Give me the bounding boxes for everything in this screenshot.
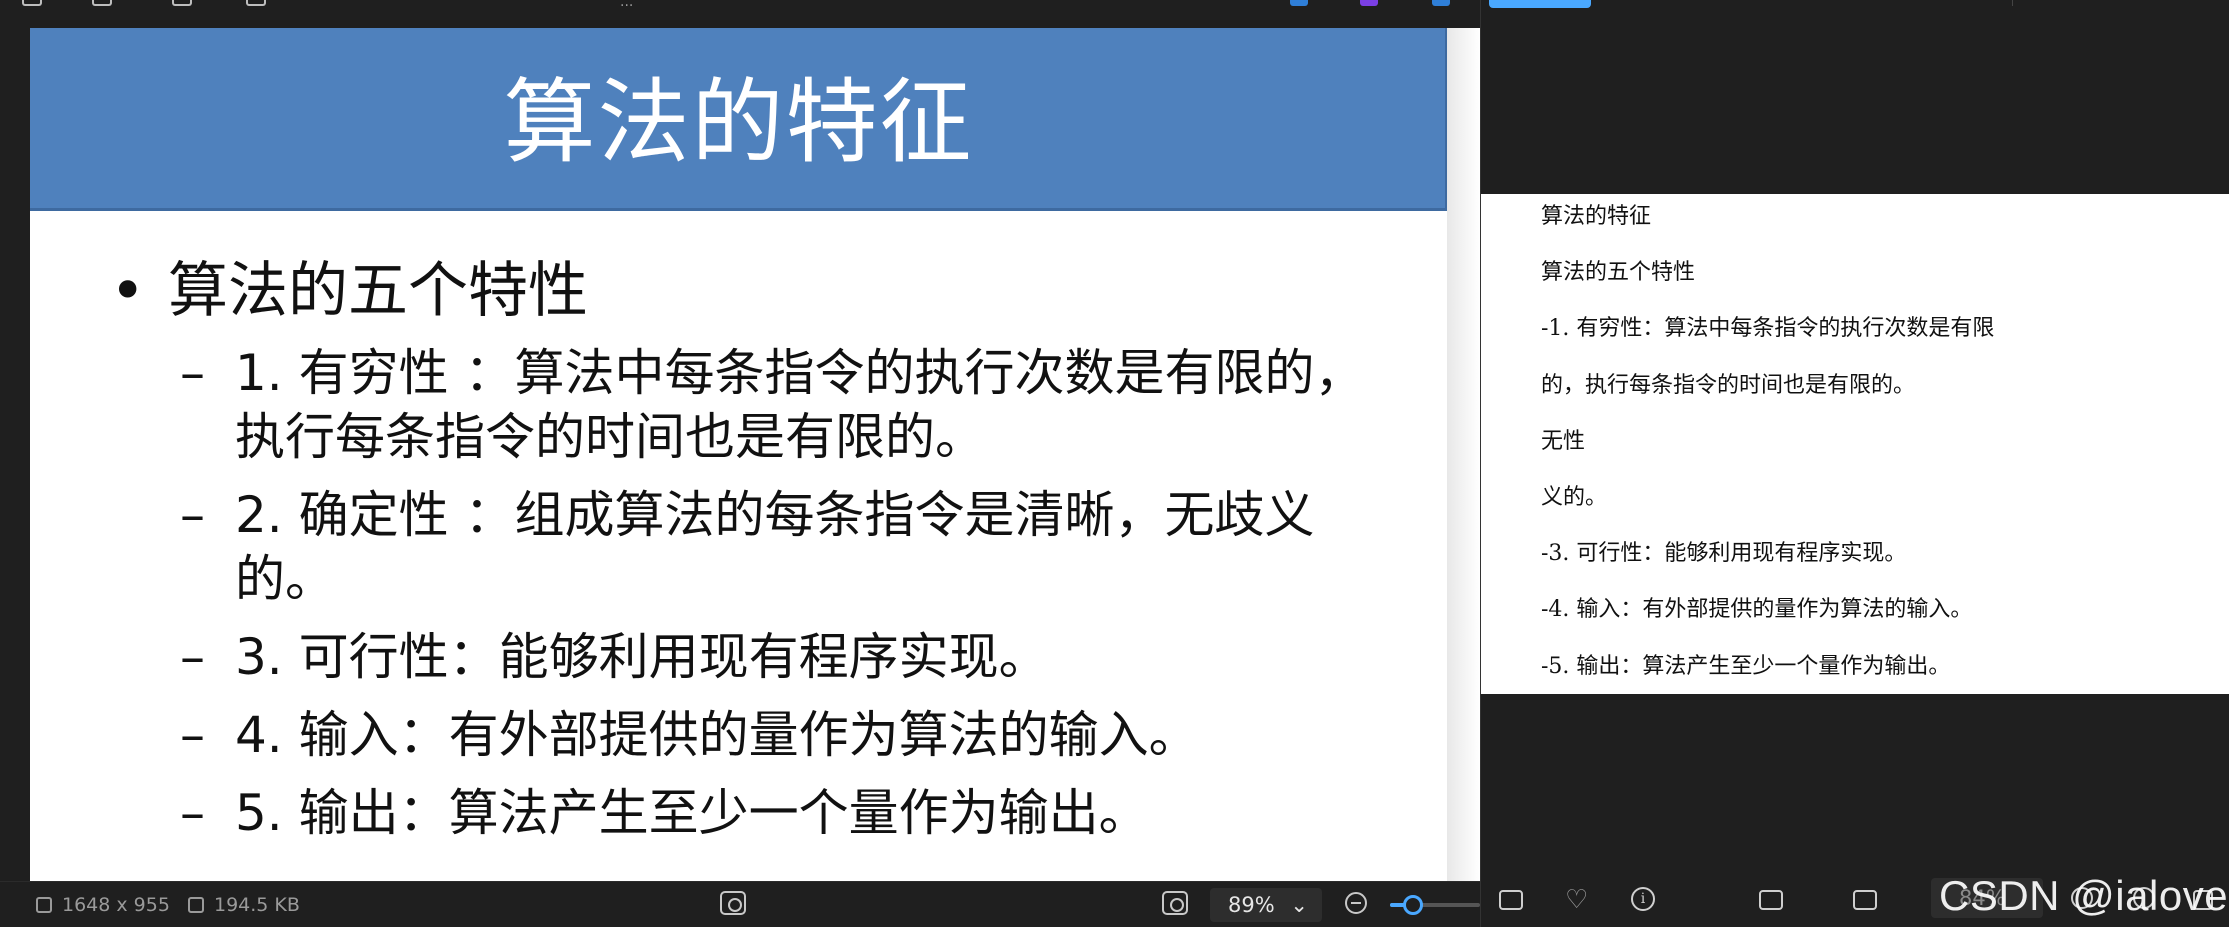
toolbar-icon[interactable] bbox=[172, 0, 192, 6]
zoom-out-icon[interactable] bbox=[1345, 892, 1367, 914]
slide-title-banner: 算法的特征 bbox=[30, 28, 1447, 211]
subitem-text: 5. 输出：算法产生至少一个量作为输出。 bbox=[235, 784, 1149, 842]
left-image-viewer: ... 算法的特征 • 算法的五个特性 – 1. 有穷性 ：算法中每条指令的执行… bbox=[0, 0, 1480, 927]
active-tab-indicator[interactable] bbox=[1489, 0, 1591, 8]
slide-bullet: • 算法的五个特性 bbox=[110, 253, 1410, 329]
fit-window-icon[interactable] bbox=[1162, 891, 1188, 915]
sub-marker: – bbox=[180, 628, 205, 686]
sub-marker: – bbox=[180, 344, 205, 402]
slide-subitem: – 4. 输入：有外部提供的量作为算法的输入。 bbox=[110, 703, 1410, 767]
screenshot-icon[interactable] bbox=[720, 891, 746, 915]
subitem-text: 4. 输入：有外部提供的量作为算法的输入。 bbox=[235, 706, 1199, 764]
divider bbox=[2012, 0, 2013, 6]
keyboard-icon[interactable] bbox=[1499, 890, 1523, 910]
disk-icon bbox=[188, 897, 204, 913]
slide-body: • 算法的五个特性 – 1. 有穷性 ：算法中每条指令的执行次数是有限的，执行每… bbox=[110, 253, 1410, 859]
zoom-value: 89% bbox=[1228, 893, 1275, 917]
file-size: 194.5 KB bbox=[188, 894, 300, 916]
file-size-text: 194.5 KB bbox=[214, 894, 300, 916]
ocr-text-panel: 算法的特征 算法的五个特性 -1. 有穷性：算法中每条指令的执行次数是有限 的，… bbox=[1481, 194, 2229, 694]
ocr-line: 算法的五个特性 bbox=[1541, 260, 1696, 286]
watermark: CSDN @ialover bbox=[1939, 872, 2229, 919]
slide-subitem: – 2. 确定性 ：组成算法的每条指令是清晰，无歧义的。 bbox=[110, 483, 1410, 611]
subitem-text: 1. 有穷性 ：算法中每条指令的执行次数是有限的，执行每条指令的时间也是有限的。 bbox=[235, 344, 1365, 466]
right-toolbar: ♡ i 84% CSDN @ialover bbox=[1481, 872, 2229, 927]
subitem-text: 2. 确定性 ：组成算法的每条指令是清晰，无歧义的。 bbox=[235, 486, 1315, 608]
ocr-line: 无性 bbox=[1541, 428, 1586, 454]
slide-subitem: – 3. 可行性：能够利用现有程序实现。 bbox=[110, 625, 1410, 689]
subitem-text: 3. 可行性：能够利用现有程序实现。 bbox=[235, 628, 1049, 686]
image-dimensions: 1648 x 955 bbox=[36, 894, 170, 916]
window-caption: ... bbox=[620, 0, 634, 10]
fit-window-icon[interactable] bbox=[1853, 890, 1877, 910]
toolbar-icon[interactable] bbox=[22, 0, 42, 6]
ocr-line: -1. 有穷性：算法中每条指令的执行次数是有限 bbox=[1541, 316, 1995, 342]
slide-edge bbox=[1447, 28, 1480, 881]
ocr-line: 算法的特征 bbox=[1541, 204, 1652, 229]
app-badge-icon[interactable] bbox=[1290, 0, 1308, 6]
zoom-dropdown[interactable]: 89% ⌄ bbox=[1210, 888, 1322, 922]
sub-marker: – bbox=[180, 486, 205, 544]
bullet-text: 算法的五个特性 bbox=[168, 256, 588, 326]
sub-marker: – bbox=[180, 706, 205, 764]
ocr-line: -4. 输入：有外部提供的量作为算法的输入。 bbox=[1541, 597, 1973, 623]
right-image-viewer: 算法的特征 算法的五个特性 -1. 有穷性：算法中每条指令的执行次数是有限 的，… bbox=[1480, 0, 2229, 927]
heart-icon[interactable]: ♡ bbox=[1565, 885, 1588, 915]
sub-marker: – bbox=[180, 784, 205, 842]
status-bar: 1648 x 955 194.5 KB 89% ⌄ bbox=[0, 881, 1480, 927]
image-size-icon bbox=[36, 897, 52, 913]
top-toolbar: ... bbox=[0, 0, 1480, 28]
chevron-down-icon: ⌄ bbox=[1290, 893, 1308, 917]
bullet-marker: • bbox=[110, 256, 146, 326]
ocr-line: -5. 输出：算法产生至少一个量作为输出。 bbox=[1541, 653, 1951, 679]
slide-title: 算法的特征 bbox=[503, 69, 974, 176]
slide-image: 算法的特征 • 算法的五个特性 – 1. 有穷性 ：算法中每条指令的执行次数是有… bbox=[30, 28, 1480, 881]
slide-subitem: – 5. 输出：算法产生至少一个量作为输出。 bbox=[110, 781, 1410, 845]
ocr-line: 的，执行每条指令的时间也是有限的。 bbox=[1541, 372, 1916, 398]
ocr-line: 义的。 bbox=[1541, 484, 1608, 510]
zoom-slider[interactable] bbox=[1390, 895, 1480, 915]
screenshot-icon[interactable] bbox=[1759, 890, 1783, 910]
app-badge-icon[interactable] bbox=[1432, 0, 1450, 6]
slide-subitem: – 1. 有穷性 ：算法中每条指令的执行次数是有限的，执行每条指令的时间也是有限… bbox=[110, 341, 1410, 469]
zoom-slider-thumb[interactable] bbox=[1402, 895, 1423, 915]
dimensions-text: 1648 x 955 bbox=[62, 894, 170, 916]
app-badge-icon[interactable] bbox=[1360, 0, 1378, 6]
toolbar-icon[interactable] bbox=[246, 0, 266, 6]
toolbar-icon[interactable] bbox=[92, 0, 112, 6]
info-icon[interactable]: i bbox=[1631, 887, 1655, 911]
ocr-line: -3. 可行性：能够利用现有程序实现。 bbox=[1541, 541, 1907, 567]
